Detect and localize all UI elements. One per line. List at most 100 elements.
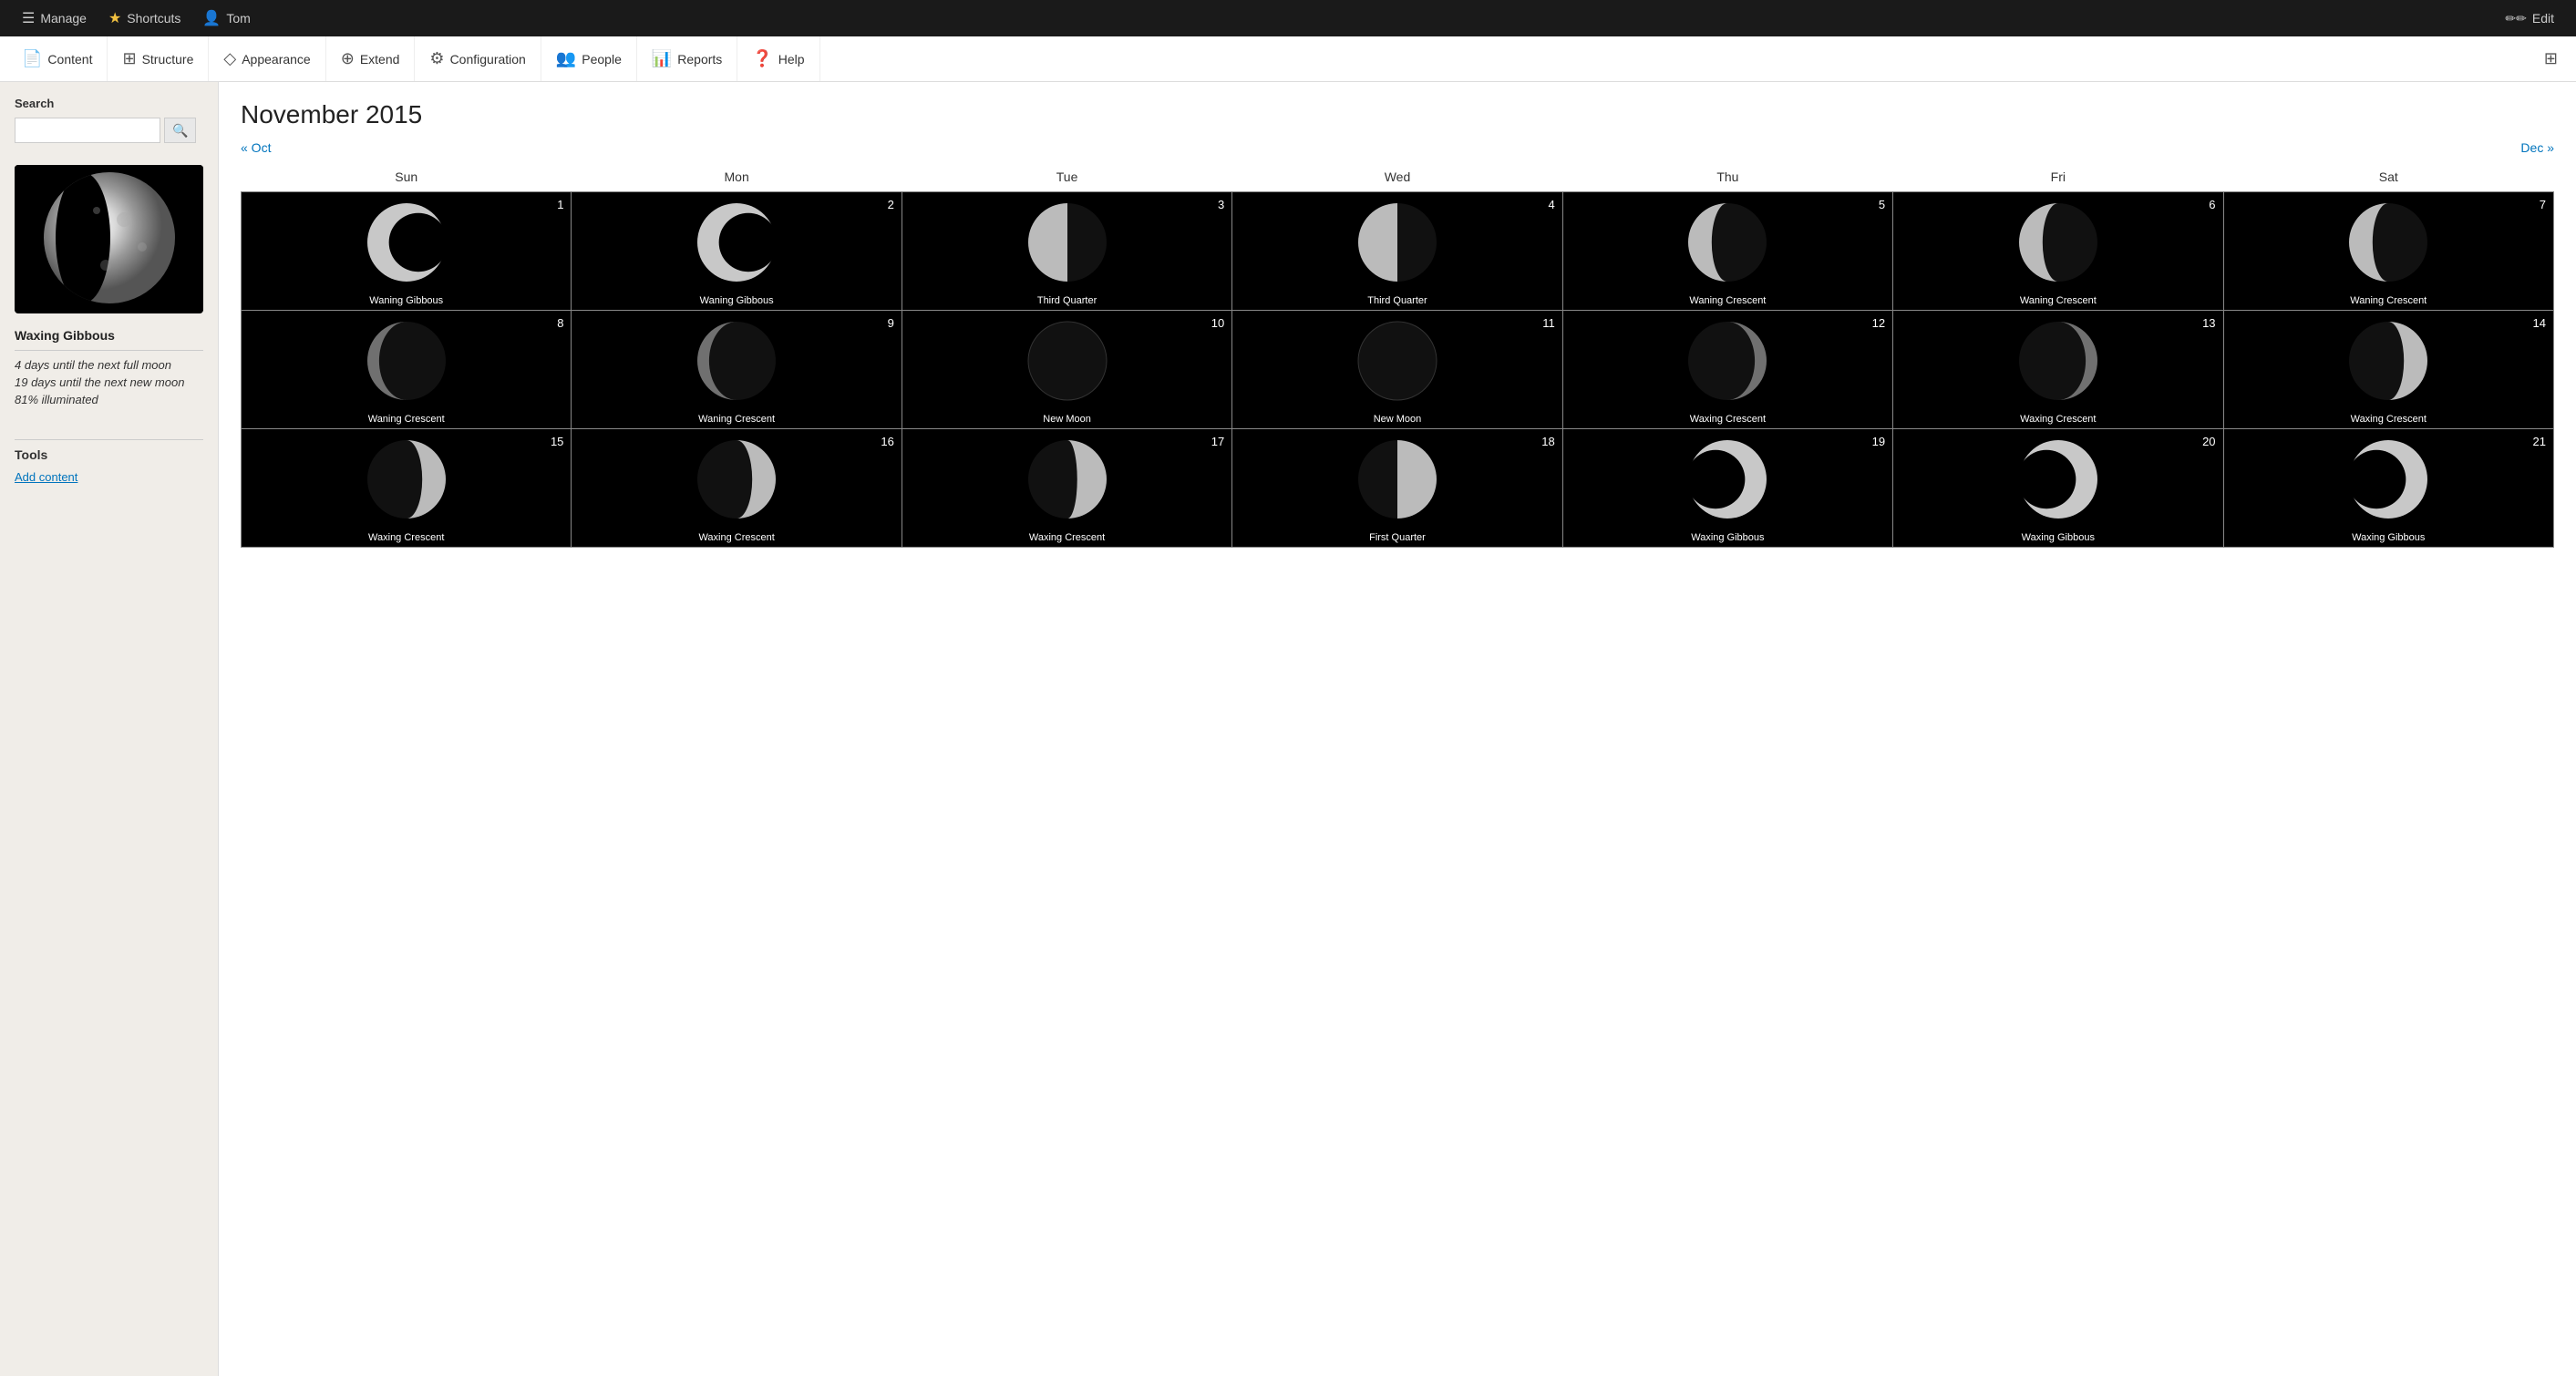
moon-container: Waning Gibbous xyxy=(245,196,567,306)
moon-phase-image xyxy=(1026,320,1108,405)
nav-collapse-button[interactable]: ⊞ xyxy=(2533,49,2569,68)
table-row[interactable]: 7 Waning Crescent xyxy=(2223,192,2553,311)
day-number: 15 xyxy=(551,435,563,448)
nav-appearance[interactable]: ◇ Appearance xyxy=(209,36,325,81)
table-row[interactable]: 21 Waxing Gibbous xyxy=(2223,429,2553,548)
table-row[interactable]: 13 Waxing Crescent xyxy=(1893,311,2223,429)
moon-container: Waning Crescent xyxy=(2228,196,2550,306)
sidebar: Search 🔍 xyxy=(0,82,219,1376)
table-row[interactable]: 8 Waning Crescent xyxy=(242,311,572,429)
phase-label: Waxing Crescent xyxy=(1893,414,2222,425)
page-title: November 2015 xyxy=(241,100,2554,129)
nav-content[interactable]: 📄 Content xyxy=(7,36,108,81)
search-label: Search xyxy=(15,97,203,110)
user-button[interactable]: Tom xyxy=(191,0,261,36)
moon-container: Waxing Crescent xyxy=(2228,314,2550,425)
prev-month-link[interactable]: « Oct xyxy=(241,140,271,155)
table-row[interactable]: 2 Waning Gibbous xyxy=(572,192,902,311)
moon-phase-image xyxy=(1686,201,1768,286)
people-icon: 👥 xyxy=(556,49,576,68)
table-row[interactable]: 18 First Quarter xyxy=(1232,429,1562,548)
phase-label: Waning Crescent xyxy=(2224,295,2553,306)
day-number: 7 xyxy=(2540,198,2546,211)
phase-label: Waxing Crescent xyxy=(572,532,901,543)
moon-container: Third Quarter xyxy=(1236,196,1558,306)
moon-container: Waxing Crescent xyxy=(245,433,567,543)
day-number: 16 xyxy=(881,435,893,448)
moon-container: Waning Gibbous xyxy=(575,196,897,306)
user-icon xyxy=(202,9,221,27)
content-icon: 📄 xyxy=(22,49,42,68)
moon-info: Waxing Gibbous 4 days until the next ful… xyxy=(15,321,203,417)
day-number: 3 xyxy=(1218,198,1224,211)
tools-title: Tools xyxy=(15,447,203,462)
search-input[interactable] xyxy=(15,118,160,143)
moon-container: Waxing Crescent xyxy=(1897,314,2219,425)
moon-phase-image xyxy=(366,201,448,286)
day-number: 1 xyxy=(557,198,563,211)
moon-container: Third Quarter xyxy=(906,196,1228,306)
phase-label: New Moon xyxy=(1232,414,1561,425)
table-row[interactable]: 12 Waxing Crescent xyxy=(1562,311,1892,429)
table-row[interactable]: 4 Third Quarter xyxy=(1232,192,1562,311)
table-row[interactable]: 16 Waxing Crescent xyxy=(572,429,902,548)
manage-button[interactable]: Manage xyxy=(11,0,98,36)
table-row[interactable]: 19 Waxing Gibbous xyxy=(1562,429,1892,548)
moon-phase-image xyxy=(1686,320,1768,405)
day-number: 5 xyxy=(1879,198,1885,211)
day-number: 17 xyxy=(1211,435,1224,448)
phase-label: Waning Crescent xyxy=(242,414,571,425)
table-row[interactable]: 11 New Moon xyxy=(1232,311,1562,429)
table-row[interactable]: 10 New Moon xyxy=(902,311,1231,429)
moon-container: Waxing Gibbous xyxy=(1567,433,1889,543)
search-button[interactable]: 🔍 xyxy=(164,118,196,143)
moon-phase-image xyxy=(2347,201,2429,286)
nav-people[interactable]: 👥 People xyxy=(541,36,637,81)
table-row[interactable]: 3 Third Quarter xyxy=(902,192,1231,311)
day-number: 4 xyxy=(1548,198,1554,211)
phase-label: Waxing Crescent xyxy=(2224,414,2553,425)
extend-icon: ⊕ xyxy=(341,49,355,68)
moon-phase-image xyxy=(366,320,448,405)
moon-container: Waxing Crescent xyxy=(1567,314,1889,425)
table-row[interactable]: 17 Waxing Crescent xyxy=(902,429,1231,548)
col-thu: Thu xyxy=(1562,166,1892,192)
main-content: November 2015 « Oct Dec » Sun Mon Tue We… xyxy=(219,82,2576,1376)
moon-container: Waning Crescent xyxy=(1897,196,2219,306)
edit-button[interactable]: ✏ Edit xyxy=(2494,11,2565,26)
moon-phase-image xyxy=(1356,320,1438,405)
nav-structure[interactable]: ⊞ Structure xyxy=(108,36,209,81)
col-wed: Wed xyxy=(1232,166,1562,192)
moon-phase-image xyxy=(696,201,778,286)
nav-help[interactable]: ❓ Help xyxy=(737,36,819,81)
table-row[interactable]: 15 Waxing Crescent xyxy=(242,429,572,548)
col-sun: Sun xyxy=(242,166,572,192)
nav-bar: 📄 Content ⊞ Structure ◇ Appearance ⊕ Ext… xyxy=(0,36,2576,82)
table-row[interactable]: 6 Waning Crescent xyxy=(1893,192,2223,311)
nav-configuration[interactable]: ⚙ Configuration xyxy=(415,36,541,81)
add-content-link[interactable]: Add content xyxy=(15,470,77,484)
moon-preview xyxy=(15,165,203,313)
phase-label: Waxing Gibbous xyxy=(1563,532,1892,543)
table-row[interactable]: 14 Waxing Crescent xyxy=(2223,311,2553,429)
moon-info-section: Waxing Gibbous 4 days until the next ful… xyxy=(15,165,203,417)
phase-label: Waxing Crescent xyxy=(242,532,571,543)
day-number: 10 xyxy=(1211,316,1224,330)
moon-container: Waning Crescent xyxy=(1567,196,1889,306)
nav-reports[interactable]: 📊 Reports xyxy=(637,36,737,81)
moon-container: Waxing Crescent xyxy=(575,433,897,543)
search-section: Search 🔍 xyxy=(15,97,203,143)
search-box: 🔍 xyxy=(15,118,203,143)
col-tue: Tue xyxy=(902,166,1231,192)
nav-extend[interactable]: ⊕ Extend xyxy=(326,36,416,81)
moon-container: First Quarter xyxy=(1236,433,1558,543)
table-row[interactable]: 20 Waxing Gibbous xyxy=(1893,429,2223,548)
moon-stat-fullmoon: 4 days until the next full moon xyxy=(15,358,203,372)
table-row[interactable]: 5 Waning Crescent xyxy=(1562,192,1892,311)
table-row[interactable]: 1 Waning Gibbous xyxy=(242,192,572,311)
table-row[interactable]: 9 Waning Crescent xyxy=(572,311,902,429)
shortcuts-button[interactable]: Shortcuts xyxy=(98,0,191,36)
star-icon xyxy=(108,9,121,27)
moon-container: New Moon xyxy=(906,314,1228,425)
next-month-link[interactable]: Dec » xyxy=(2520,140,2554,155)
